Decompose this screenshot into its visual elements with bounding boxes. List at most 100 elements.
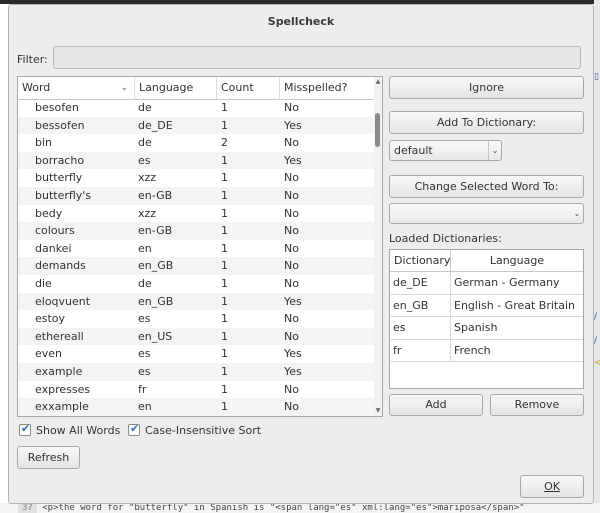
scroll-down-icon[interactable]: ▼	[374, 407, 382, 414]
column-header-misspelled[interactable]: Misspelled?	[280, 77, 376, 99]
word-cell: bin	[35, 136, 53, 150]
word-cell: example	[35, 365, 83, 378]
case-insensitive-sort-checkbox[interactable]: Case-Insensitive Sort	[128, 422, 268, 438]
count-cell: 1	[221, 241, 228, 255]
misspelled-cell: No	[284, 382, 299, 396]
language-cell: es	[138, 153, 151, 167]
count-cell: 1	[221, 382, 228, 396]
chevron-down-icon: ⌄	[573, 209, 581, 218]
count-cell: 1	[221, 365, 228, 378]
table-row[interactable]: exxample en 1 No	[18, 398, 376, 416]
dictionary-row[interactable]: de_DE German - Germany	[390, 272, 583, 295]
checkbox-checked-icon[interactable]	[128, 422, 140, 436]
show-all-words-label: Show All Words	[36, 424, 121, 437]
count-cell: 1	[221, 259, 228, 273]
misspelled-cell: No	[284, 241, 299, 255]
word-cell: ethereall	[35, 329, 84, 343]
count-cell: 1	[221, 312, 228, 326]
table-row[interactable]: butterfly's en-GB 1 No	[18, 187, 376, 205]
column-header-label: Word	[22, 81, 51, 94]
background-fragment: /	[594, 312, 598, 322]
dictionary-language-cell: German - Germany	[454, 276, 560, 289]
table-row[interactable]: example es 1 Yes	[18, 363, 376, 381]
refresh-button[interactable]: Refresh	[17, 446, 80, 469]
ignore-button[interactable]: Ignore	[389, 76, 584, 99]
checkbox-checked-icon[interactable]	[19, 422, 31, 436]
language-cell: es	[138, 312, 151, 326]
column-header-label: Misspelled?	[284, 81, 348, 94]
dictionary-row[interactable]: es Spanish	[390, 317, 583, 340]
language-cell: en	[138, 241, 152, 255]
table-row[interactable]: colours en-GB 1 No	[18, 222, 376, 240]
table-row[interactable]: estoy es 1 No	[18, 310, 376, 328]
word-cell: even	[35, 347, 63, 361]
ok-button[interactable]: OK	[520, 475, 584, 498]
misspelled-cell: No	[284, 189, 299, 202]
table-row[interactable]: ethereall en_US 1 No	[18, 327, 376, 346]
count-cell: 1	[221, 189, 228, 202]
table-row[interactable]: butterfly xzz 1 No	[18, 169, 376, 187]
count-cell: 1	[221, 400, 228, 414]
word-cell: expresses	[35, 382, 91, 396]
scroll-up-icon[interactable]: ▲	[374, 78, 382, 85]
filter-input[interactable]	[53, 46, 581, 69]
language-cell: de	[138, 101, 152, 114]
background-fragment: /	[594, 336, 598, 346]
table-row[interactable]: demands en_GB 1 No	[18, 257, 376, 275]
table-row[interactable]: die de 1 No	[18, 275, 376, 293]
table-row[interactable]: eloqvuent en_GB 1 Yes	[18, 292, 376, 311]
table-row[interactable]: expresses fr 1 No	[18, 381, 376, 399]
show-all-words-checkbox[interactable]: Show All Words	[19, 422, 129, 438]
dictionary-select[interactable]: default ⌄	[389, 140, 502, 161]
misspelled-cell: No	[284, 277, 299, 290]
replacement-word-combo[interactable]: ⌄	[389, 203, 584, 224]
table-row[interactable]: borracho es 1 Yes	[18, 151, 376, 170]
word-cell: exxample	[35, 400, 89, 414]
misspelled-cell: Yes	[284, 294, 302, 308]
column-header-language[interactable]: Language	[135, 77, 217, 99]
word-cell: die	[35, 277, 52, 290]
word-table[interactable]: Word ⌄ Language Count Misspelled? besofe…	[17, 76, 383, 417]
table-row[interactable]: dankei en 1 No	[18, 240, 376, 258]
misspelled-cell: No	[284, 312, 299, 326]
language-cell: fr	[138, 382, 147, 396]
add-dictionary-button[interactable]: Add	[389, 394, 483, 416]
dictionary-code-cell: fr	[390, 339, 451, 362]
table-row[interactable]: even es 1 Yes	[18, 345, 376, 363]
word-cell: besofen	[35, 101, 79, 114]
remove-dictionary-button[interactable]: Remove	[490, 394, 584, 416]
column-header-count[interactable]: Count	[217, 77, 280, 99]
word-cell: butterfly	[35, 171, 83, 185]
count-cell: 1	[221, 277, 228, 290]
dictionary-language-cell: French	[454, 343, 491, 357]
table-row[interactable]: bin de 2 No	[18, 134, 376, 152]
word-cell: bessofen	[35, 118, 85, 132]
word-cell: butterfly's	[35, 189, 92, 202]
dictionary-row[interactable]: fr French	[390, 339, 583, 362]
dialog-title: Spellcheck	[267, 15, 335, 28]
count-cell: 1	[221, 294, 228, 308]
count-cell: 1	[221, 206, 228, 220]
language-cell: en_US	[138, 329, 173, 343]
dictionary-row[interactable]: en_GB English - Great Britain	[390, 294, 583, 317]
scrollbar-thumb[interactable]	[375, 113, 380, 147]
change-selected-word-button[interactable]: Change Selected Word To:	[389, 175, 584, 198]
language-cell: xzz	[138, 206, 157, 220]
count-cell: 1	[221, 118, 228, 132]
column-header-dictionary[interactable]: Dictionary	[390, 250, 451, 272]
misspelled-cell: Yes	[284, 365, 302, 378]
table-row[interactable]: bedy xzz 1 No	[18, 205, 376, 223]
table-row[interactable]: besofen de 1 No	[18, 99, 376, 117]
dictionary-language-cell: Spanish	[454, 321, 498, 334]
code-text: <p>the word for "butterfly" in Spanish i…	[42, 503, 525, 513]
add-to-dictionary-button[interactable]: Add To Dictionary:	[389, 111, 584, 134]
loaded-dictionaries-table[interactable]: Dictionary Language de_DE German - German…	[389, 249, 584, 389]
misspelled-cell: Yes	[284, 118, 302, 132]
language-cell: en_GB	[138, 259, 174, 273]
column-header-word[interactable]: Word ⌄	[18, 77, 135, 99]
background-fragment: ▯	[594, 72, 599, 82]
count-cell: 2	[221, 136, 228, 150]
table-row[interactable]: bessofen de_DE 1 Yes	[18, 116, 376, 135]
column-header-language[interactable]: Language	[451, 250, 583, 272]
vertical-scrollbar[interactable]: ▲ ▼	[374, 77, 382, 416]
